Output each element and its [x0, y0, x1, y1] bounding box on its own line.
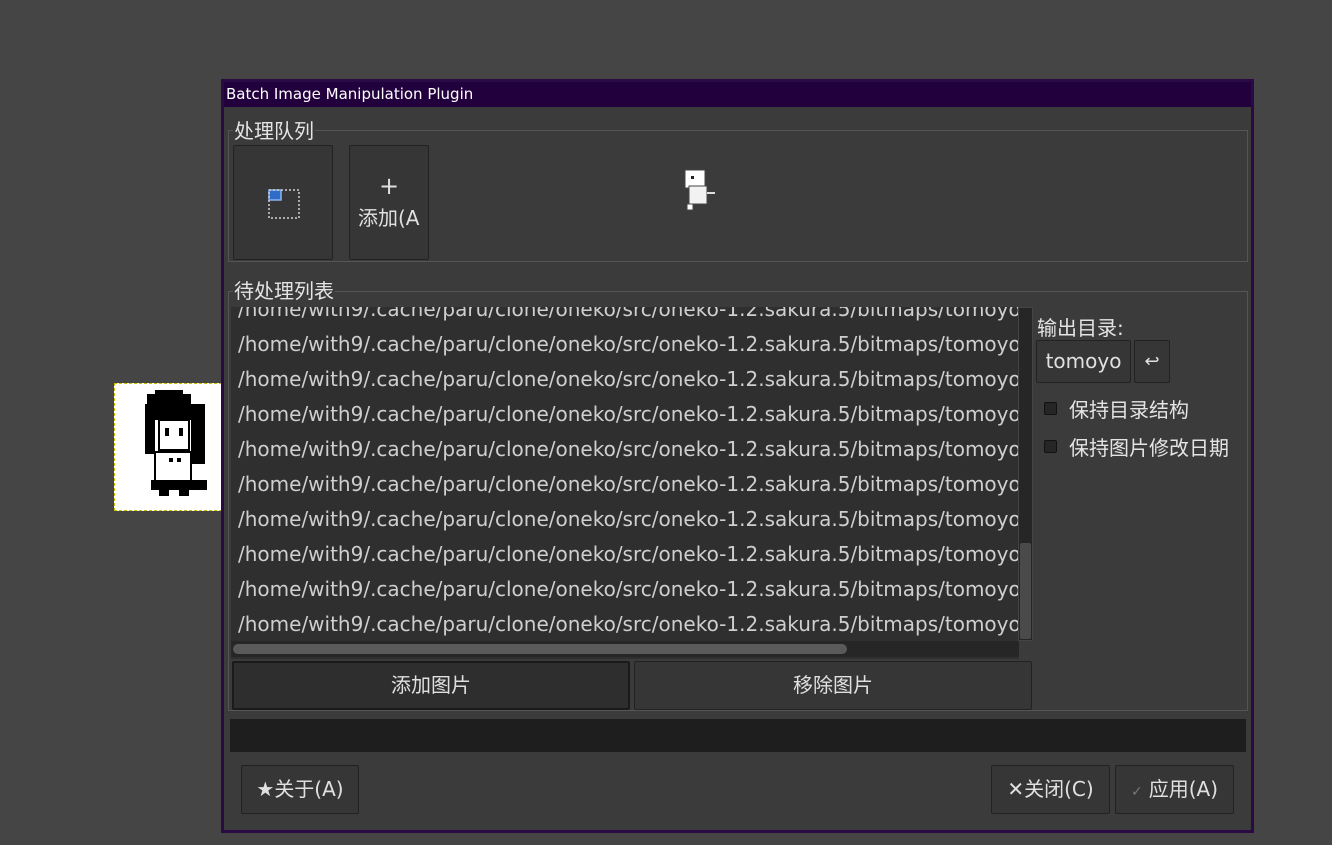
file-row[interactable]: /home/with9/.cache/paru/clone/oneko/src/…: [238, 307, 1019, 322]
check-icon: ✓: [1130, 784, 1143, 800]
keep-dates-option[interactable]: 保持图片修改日期: [1044, 432, 1229, 461]
files-legend: 待处理列表: [233, 279, 335, 303]
oneko-mascot-icon: [684, 169, 715, 211]
plus-icon: +: [378, 172, 400, 200]
anime-girl-pixel-icon: [145, 390, 207, 496]
undo-icon[interactable]: ↩: [1134, 340, 1170, 383]
vertical-scroll-thumb[interactable]: [1020, 543, 1031, 639]
file-row[interactable]: /home/with9/.cache/paru/clone/oneko/src/…: [238, 331, 1019, 357]
window-title: Batch Image Manipulation Plugin: [224, 82, 1251, 107]
add-procedure-button[interactable]: + 添加(A: [349, 145, 429, 260]
queue-legend: 处理队列: [233, 119, 315, 143]
close-button[interactable]: ✕关闭(C): [991, 765, 1110, 814]
canvas-image-thumbnail: [114, 383, 222, 511]
output-directory-label: 输出目录:: [1037, 316, 1124, 340]
add-procedure-label: 添加(A: [358, 206, 420, 230]
keep-dates-checkbox[interactable]: [1044, 440, 1057, 453]
file-list[interactable]: /home/with9/.cache/paru/clone/oneko/src/…: [231, 307, 1019, 659]
keep-structure-label: 保持目录结构: [1069, 398, 1189, 422]
horizontal-scroll-thumb[interactable]: [233, 644, 847, 654]
selection-icon: [268, 189, 300, 219]
about-label: 关于(A): [274, 777, 344, 801]
file-row[interactable]: /home/with9/.cache/paru/clone/oneko/src/…: [238, 401, 1019, 427]
file-row[interactable]: /home/with9/.cache/paru/clone/oneko/src/…: [238, 506, 1019, 532]
file-row[interactable]: /home/with9/.cache/paru/clone/oneko/src/…: [238, 436, 1019, 462]
close-icon: ✕: [1007, 777, 1025, 801]
file-row[interactable]: /home/with9/.cache/paru/clone/oneko/src/…: [238, 471, 1019, 497]
close-label: 关闭(C): [1024, 777, 1094, 801]
add-images-button[interactable]: 添加图片: [232, 661, 630, 710]
bimp-dialog: Batch Image Manipulation Plugin 处理队列 + 添…: [221, 79, 1254, 833]
file-row[interactable]: /home/with9/.cache/paru/clone/oneko/src/…: [238, 366, 1019, 392]
file-list-vertical-scrollbar[interactable]: [1018, 307, 1033, 641]
star-icon: ★: [256, 777, 275, 801]
keep-structure-option[interactable]: 保持目录结构: [1044, 394, 1189, 423]
keep-dates-label: 保持图片修改日期: [1069, 436, 1229, 460]
remove-images-button[interactable]: 移除图片: [634, 661, 1032, 710]
file-list-horizontal-scrollbar[interactable]: [231, 641, 1019, 657]
file-row[interactable]: /home/with9/.cache/paru/clone/oneko/src/…: [238, 611, 1019, 637]
about-button[interactable]: ★关于(A): [241, 765, 359, 814]
output-directory-chooser[interactable]: tomoyo: [1036, 340, 1131, 383]
progress-bar: [230, 719, 1246, 752]
apply-button[interactable]: ✓ 应用(A): [1115, 765, 1234, 814]
apply-label: 应用(A): [1148, 777, 1219, 801]
file-row[interactable]: /home/with9/.cache/paru/clone/oneko/src/…: [238, 576, 1019, 602]
queue-item-button[interactable]: [233, 145, 333, 260]
keep-structure-checkbox[interactable]: [1044, 402, 1057, 415]
file-row[interactable]: /home/with9/.cache/paru/clone/oneko/src/…: [238, 541, 1019, 567]
